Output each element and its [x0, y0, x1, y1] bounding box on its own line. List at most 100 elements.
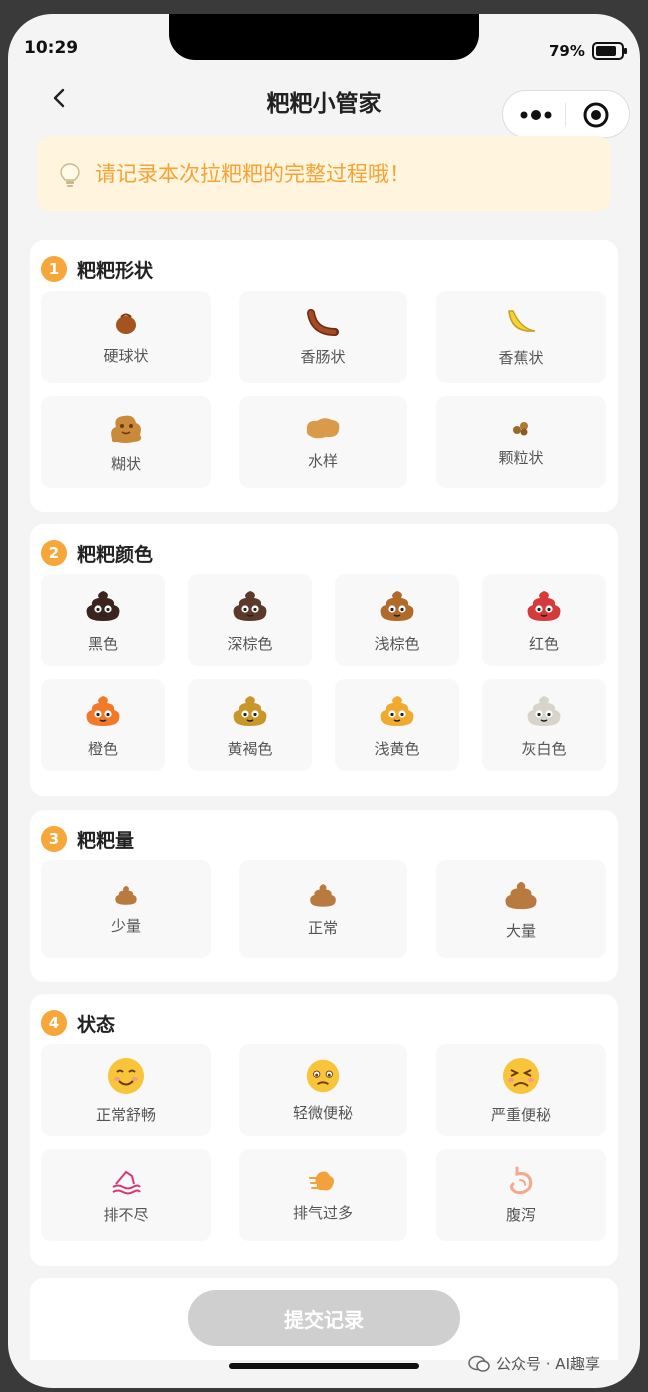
- poop-face-icon: [86, 695, 120, 726]
- shape-option-mushy[interactable]: 糊状: [41, 396, 211, 488]
- poop-large-icon: [505, 881, 537, 909]
- watery-icon: [306, 417, 340, 438]
- section-title: 粑粑颜色: [77, 543, 154, 566]
- capsule-divider: [565, 103, 566, 127]
- poop-face-icon: [527, 590, 561, 621]
- color-option-dark-brown[interactable]: 深棕色: [188, 574, 312, 666]
- worried-face-icon: [306, 1059, 340, 1092]
- option-label: 黄褐色: [227, 739, 273, 758]
- state-option-incomplete[interactable]: 排不尽: [41, 1149, 211, 1241]
- section-header: 1 粑粑形状: [41, 256, 153, 282]
- straining-face-icon: [503, 1057, 539, 1094]
- option-label: 少量: [110, 916, 141, 935]
- option-label: 香肠状: [300, 347, 346, 366]
- section-title: 粑粑量: [77, 829, 135, 852]
- state-option-severe-constipation[interactable]: 严重便秘: [436, 1044, 606, 1136]
- option-label: 橙色: [87, 739, 118, 758]
- section-color: 2 粑粑颜色 黑色 深棕色 浅棕色 红色橙色 黄褐色 浅黄色 灰白色: [30, 524, 618, 796]
- option-label: 颗粒状: [498, 448, 544, 467]
- amount-option-normal[interactable]: 正常: [239, 860, 407, 958]
- step-number-badge: 3: [41, 826, 67, 852]
- state-option-mild-constipation[interactable]: 轻微便秘: [239, 1044, 407, 1136]
- option-label: 严重便秘: [490, 1105, 551, 1124]
- color-option-light-brown[interactable]: 浅棕色: [335, 574, 459, 666]
- banana-icon: [508, 309, 536, 332]
- color-option-orange[interactable]: 橙色: [41, 679, 165, 771]
- poop-face-icon: [380, 590, 414, 621]
- home-indicator[interactable]: [229, 1363, 419, 1369]
- option-label: 糊状: [110, 454, 141, 473]
- option-label: 红色: [528, 634, 559, 653]
- wechat-icon: [468, 1355, 490, 1372]
- submit-record-button[interactable]: 提交记录: [188, 1290, 460, 1346]
- step-number-badge: 1: [41, 256, 67, 282]
- submit-area: 提交记录: [30, 1278, 618, 1360]
- gas-puff-icon: [309, 1171, 334, 1190]
- option-label: 香蕉状: [498, 348, 544, 367]
- state-option-normal[interactable]: 正常舒畅: [41, 1044, 211, 1136]
- state-option-excess-gas[interactable]: 排气过多: [239, 1149, 407, 1241]
- section-title: 粑粑形状: [77, 259, 154, 282]
- option-label: 硬球状: [103, 346, 149, 365]
- mushy-icon: [111, 415, 142, 443]
- battery-percentage: 79%: [549, 42, 585, 60]
- section-shape: 1 粑粑形状 硬球状 香肠状 香蕉状 糊状 水样 颗粒状: [30, 240, 618, 512]
- color-option-light-yellow[interactable]: 浅黄色: [335, 679, 459, 771]
- watermark: 公众号 · AI趣享: [468, 1353, 600, 1374]
- section-header: 2 粑粑颜色: [41, 540, 153, 566]
- section-amount: 3 粑粑量 少量 正常 大量: [30, 810, 618, 982]
- toilet-water-icon: [112, 1170, 141, 1194]
- tip-text: 请记录本次拉粑粑的完整过程哦！: [95, 162, 410, 186]
- lightbulb-icon: [60, 163, 80, 187]
- hard-ball-icon: [116, 313, 136, 334]
- option-label: 排不尽: [103, 1205, 149, 1224]
- option-label: 腹泻: [505, 1205, 536, 1224]
- state-option-diarrhea[interactable]: 腹泻: [436, 1149, 606, 1241]
- more-dots-icon[interactable]: [519, 105, 553, 125]
- option-label: 轻微便秘: [292, 1103, 353, 1122]
- section-title: 状态: [77, 1013, 116, 1036]
- section-header: 4 状态: [41, 1010, 115, 1036]
- option-label: 排气过多: [292, 1203, 353, 1222]
- amount-option-large[interactable]: 大量: [436, 860, 606, 958]
- option-label: 正常舒畅: [95, 1105, 156, 1124]
- poop-normal-icon: [310, 883, 336, 907]
- option-label: 大量: [505, 921, 536, 940]
- shape-option-hard-ball[interactable]: 硬球状: [41, 291, 211, 383]
- phone-screen: 10:29 79% 粑粑小管家 请记录本次拉粑粑的完整过程哦！ 1 粑粑形状 硬…: [8, 14, 640, 1388]
- color-option-black[interactable]: 黑色: [41, 574, 165, 666]
- battery-icon: [592, 42, 627, 60]
- tip-banner: 请记录本次拉粑粑的完整过程哦！: [37, 136, 611, 212]
- option-label: 深棕色: [227, 634, 273, 653]
- sausage-icon: [307, 308, 339, 336]
- color-option-gray-white[interactable]: 灰白色: [482, 679, 606, 771]
- option-label: 正常: [307, 918, 338, 937]
- shape-option-sausage[interactable]: 香肠状: [239, 291, 407, 383]
- status-time: 10:29: [24, 38, 79, 58]
- poop-small-icon: [115, 885, 137, 905]
- color-option-red[interactable]: 红色: [482, 574, 606, 666]
- option-label: 水样: [307, 451, 338, 470]
- poop-face-icon: [86, 590, 120, 621]
- option-label: 灰白色: [521, 739, 567, 758]
- shape-option-banana[interactable]: 香蕉状: [436, 291, 606, 383]
- section-state: 4 状态 正常舒畅 轻微便秘 严重便秘 排不尽 排气过多 腹泻: [30, 994, 618, 1266]
- stomach-icon: [510, 1166, 533, 1194]
- option-label: 黑色: [87, 634, 118, 653]
- shape-option-watery[interactable]: 水样: [239, 396, 407, 488]
- poop-face-icon: [380, 695, 414, 726]
- navigation-bar: 粑粑小管家: [8, 72, 640, 138]
- poop-face-icon: [527, 695, 561, 726]
- amount-option-small[interactable]: 少量: [41, 860, 211, 958]
- poop-face-icon: [233, 695, 267, 726]
- step-number-badge: 2: [41, 540, 67, 566]
- color-option-yellow-brown[interactable]: 黄褐色: [188, 679, 312, 771]
- step-number-badge: 4: [41, 1010, 67, 1036]
- camera-notch: [169, 14, 479, 60]
- poop-face-icon: [233, 590, 267, 621]
- option-label: 浅棕色: [374, 634, 420, 653]
- section-header: 3 粑粑量: [41, 826, 134, 852]
- shape-option-granular[interactable]: 颗粒状: [436, 396, 606, 488]
- granular-icon: [513, 421, 528, 435]
- close-target-icon[interactable]: [581, 101, 611, 129]
